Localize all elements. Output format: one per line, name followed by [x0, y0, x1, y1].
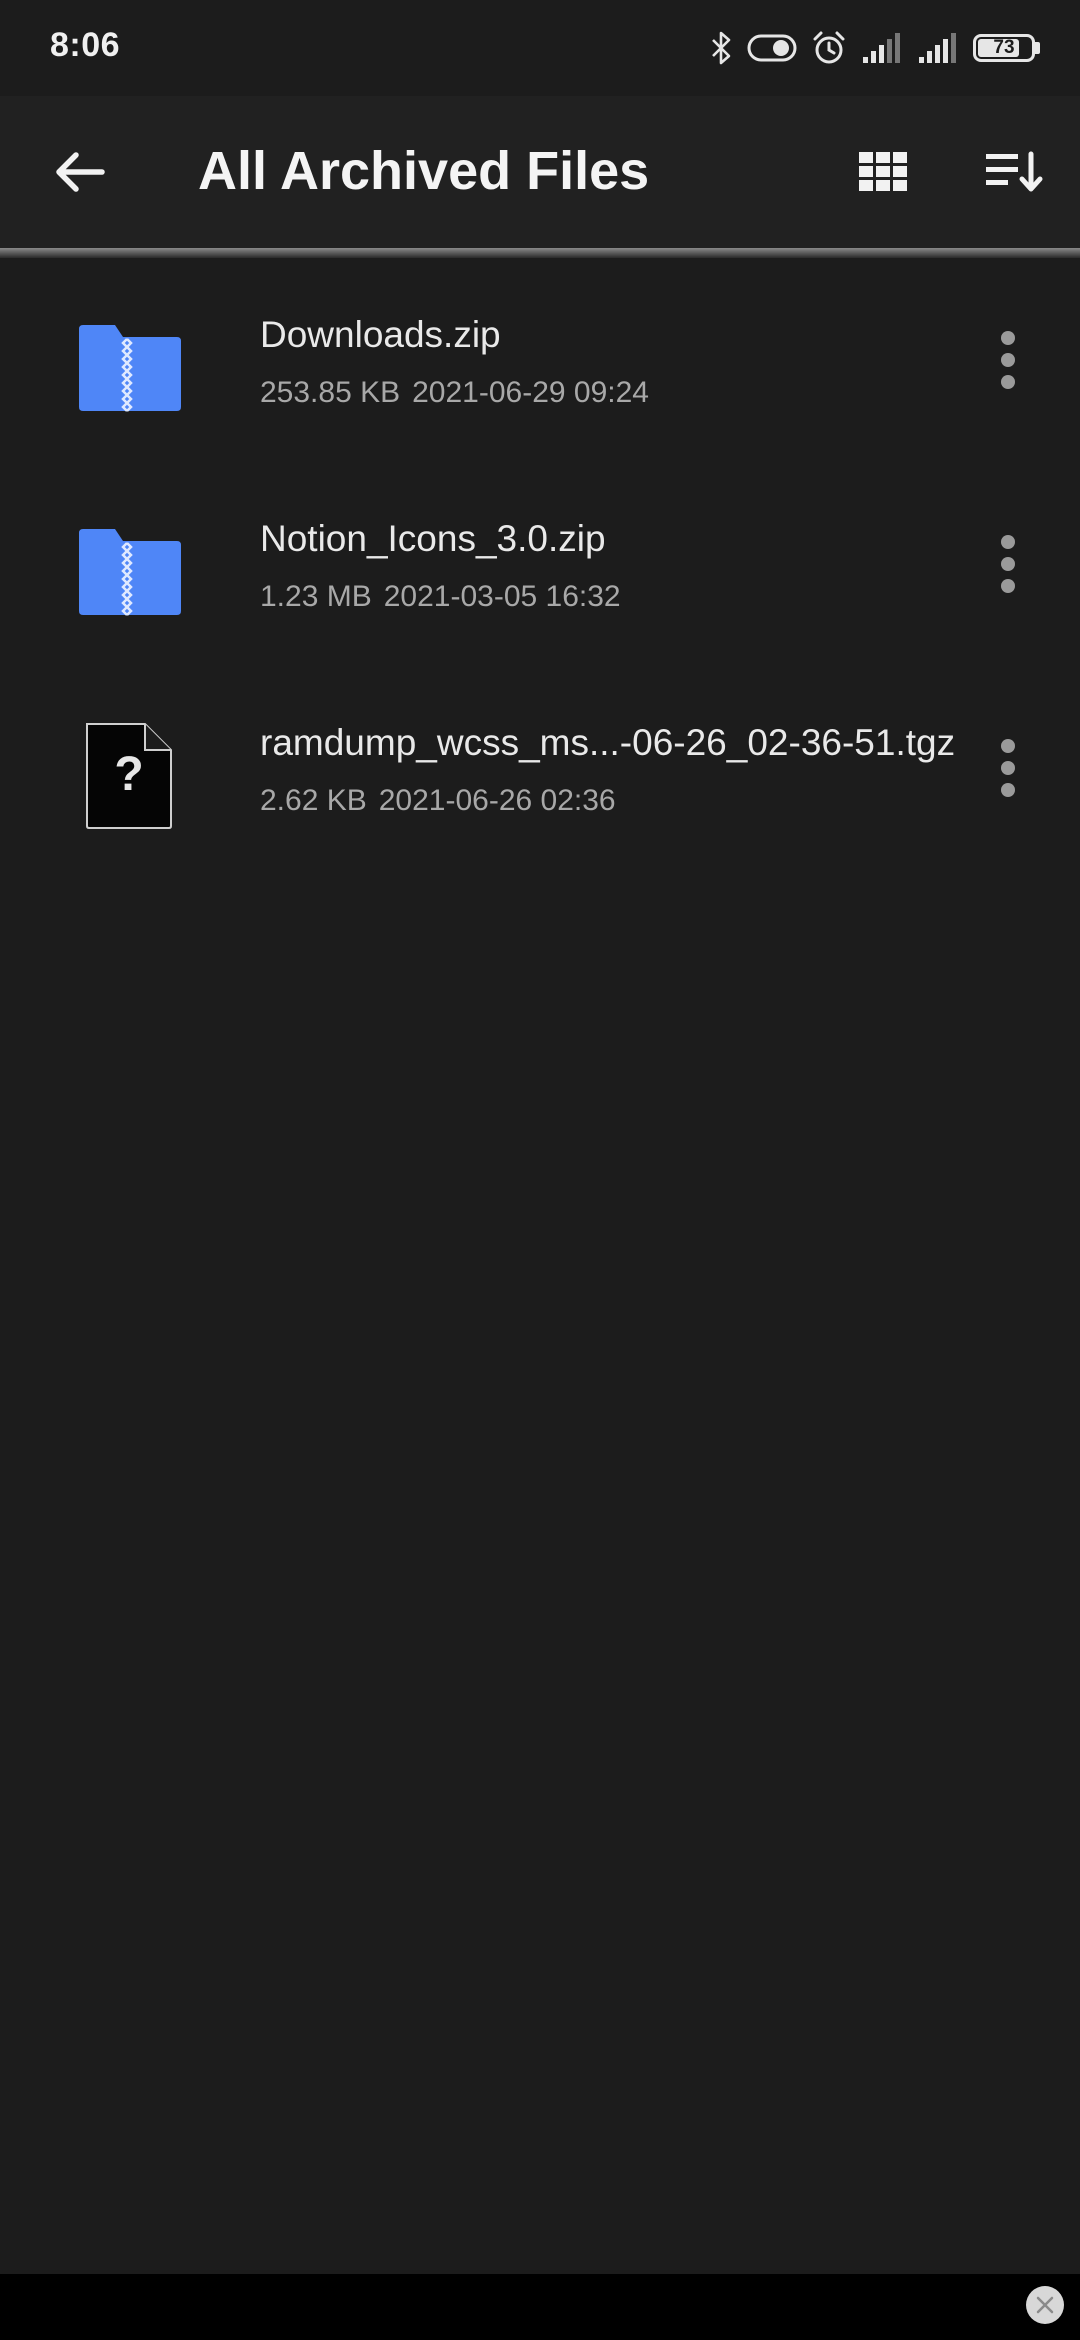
- unknown-file-icon: ?: [64, 716, 194, 836]
- file-date: 2021-03-05 16:32: [383, 580, 621, 613]
- app-bar-divider: [0, 248, 1080, 258]
- file-meta: 253.85 KB 2021-06-29 09:24: [260, 376, 649, 410]
- file-size: 1.23 MB: [260, 580, 372, 613]
- file-list: Downloads.zip 253.85 KB 2021-06-29 09:24: [0, 258, 1080, 870]
- file-size: 253.85 KB: [260, 376, 401, 409]
- back-button[interactable]: [40, 132, 120, 212]
- signal-icon: [917, 31, 959, 65]
- grid-view-button[interactable]: [843, 132, 923, 212]
- list-item[interactable]: Downloads.zip 253.85 KB 2021-06-29 09:24: [0, 258, 1080, 462]
- status-icons: 73: [709, 26, 1040, 70]
- battery-icon: 73: [973, 34, 1040, 62]
- file-name: ramdump_wcss_ms...-06-26_02-36-51.tgz: [260, 722, 956, 763]
- more-vert-icon: [1001, 331, 1015, 389]
- signal-icon: [861, 31, 903, 65]
- battery-level: 73: [993, 37, 1015, 58]
- sort-icon: [986, 151, 1043, 192]
- file-date: 2021-06-26 02:36: [378, 784, 616, 817]
- zip-folder-icon: [64, 308, 194, 428]
- more-vert-icon: [1001, 739, 1015, 797]
- file-meta: 2.62 KB 2021-06-26 02:36: [260, 784, 616, 818]
- file-date: 2021-06-29 09:24: [412, 376, 649, 409]
- more-options-button[interactable]: [978, 524, 1038, 604]
- file-meta: 1.23 MB 2021-03-05 16:32: [260, 580, 621, 614]
- battery-nub: [1035, 42, 1040, 54]
- bluetooth-icon: [709, 31, 733, 65]
- list-item[interactable]: ? ramdump_wcss_ms...-06-26_02-36-51.tgz …: [0, 666, 1080, 870]
- app-bar: All Archived Files: [0, 96, 1080, 248]
- zip-folder-icon: [64, 512, 194, 632]
- file-name: Downloads.zip: [260, 314, 501, 355]
- file-name: Notion_Icons_3.0.zip: [260, 518, 606, 559]
- file-size: 2.62 KB: [260, 784, 367, 817]
- more-vert-icon: [1001, 535, 1015, 593]
- battery-body: 73: [973, 34, 1035, 62]
- arrow-left-icon: [56, 152, 105, 192]
- more-options-button[interactable]: [978, 320, 1038, 400]
- status-bar: 8:06 73: [0, 0, 1080, 96]
- close-button[interactable]: [1026, 2286, 1064, 2324]
- list-item[interactable]: Notion_Icons_3.0.zip 1.23 MB 2021-03-05 1…: [0, 462, 1080, 666]
- navigation-bar: [0, 2274, 1080, 2340]
- alarm-icon: [811, 30, 847, 66]
- status-time: 8:06: [50, 26, 121, 64]
- grid-view-icon: [859, 152, 907, 191]
- more-options-button[interactable]: [978, 728, 1038, 808]
- screen: 8:06 73 All Archived Files Downloads.zip…: [0, 0, 1080, 2340]
- toggle-icon: [747, 33, 797, 63]
- close-icon: [1036, 2296, 1054, 2314]
- page-title: All Archived Files: [198, 141, 650, 201]
- sort-button[interactable]: [975, 132, 1055, 212]
- svg-text:?: ?: [114, 748, 143, 801]
